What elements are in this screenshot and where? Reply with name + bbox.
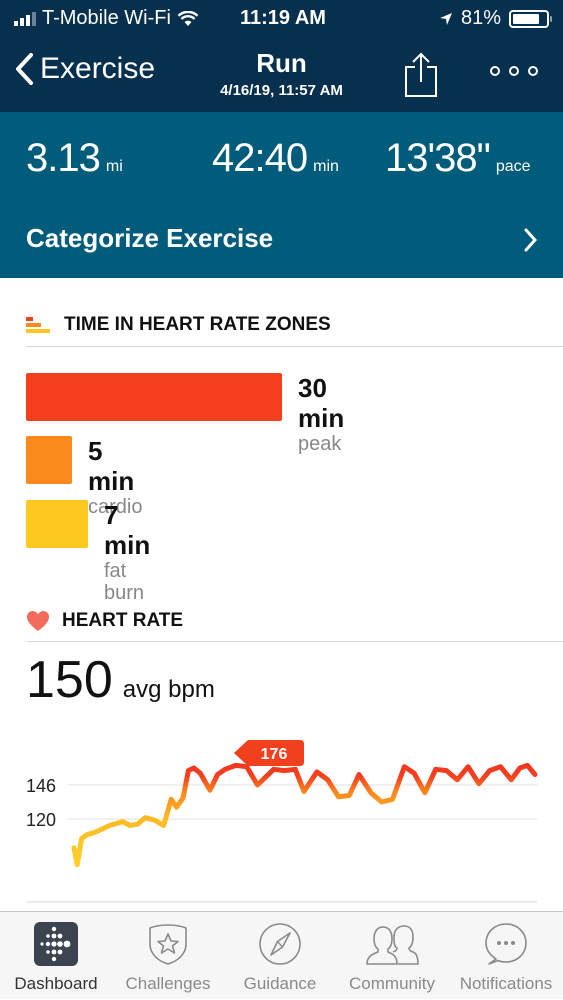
- share-icon: [404, 52, 438, 98]
- zones-section-header: TIME IN HEART RATE ZONES: [26, 314, 331, 336]
- tab-label: Community: [336, 974, 448, 994]
- zone-label: peak: [298, 433, 344, 455]
- tab-dashboard[interactable]: Dashboard: [0, 912, 112, 1000]
- zone-bar: [26, 500, 88, 548]
- tab-label: Guidance: [224, 974, 336, 994]
- compass-icon: [258, 922, 302, 966]
- zone-bar: [26, 436, 72, 484]
- tab-guidance[interactable]: Guidance: [224, 912, 336, 1000]
- zone-bar: [26, 373, 282, 421]
- distance-value: 3.13: [26, 136, 100, 181]
- heart-rate-section-header: HEART RATE: [26, 610, 183, 632]
- location-arrow-icon: [439, 12, 453, 26]
- nav-bar: Exercise Run 4/16/19, 11:57 AM: [0, 38, 563, 112]
- tab-label: Notifications: [450, 974, 562, 994]
- zones-divider: [26, 346, 563, 347]
- tab-bar: Dashboard Challenges Guidance Community …: [0, 911, 563, 999]
- zone-minutes: 5 min: [88, 436, 142, 496]
- categorize-exercise-button[interactable]: Categorize Exercise: [0, 208, 563, 268]
- more-dots-icon: [490, 66, 500, 76]
- avg-heart-rate: 150 avg bpm: [26, 650, 215, 710]
- chat-bubble-icon: [484, 922, 528, 966]
- battery-icon: [509, 10, 549, 28]
- pace-value: 13'38": [385, 136, 490, 181]
- y-tick-label: 146: [26, 776, 56, 796]
- heart-icon: [26, 610, 50, 632]
- heart-rate-chart[interactable]: 120 146 176: [0, 730, 563, 910]
- tab-label: Challenges: [112, 974, 224, 994]
- carrier-name: T-Mobile Wi-Fi: [42, 7, 171, 30]
- zone-label: fat burn: [104, 560, 150, 604]
- share-button[interactable]: [404, 52, 438, 103]
- carrier-info: T-Mobile Wi-Fi: [14, 7, 199, 30]
- pace-unit: pace: [496, 158, 531, 176]
- distance-unit: mi: [106, 158, 123, 176]
- peak-value-label: 176: [261, 746, 288, 763]
- y-tick-label: 120: [26, 810, 56, 830]
- zone-minutes: 7 min: [104, 500, 150, 560]
- exercise-datetime: 4/16/19, 11:57 AM: [0, 82, 563, 99]
- dashboard-icon: [34, 922, 78, 966]
- heart-rate-line: [74, 765, 535, 864]
- tab-community[interactable]: Community: [336, 912, 448, 1000]
- chevron-right-icon: [523, 228, 537, 252]
- avg-bpm-value: 150: [26, 650, 113, 710]
- tab-notifications[interactable]: Notifications: [450, 912, 562, 1000]
- zone-minutes: 30 min: [298, 373, 344, 433]
- heart-rate-divider: [26, 641, 563, 642]
- categorize-label: Categorize Exercise: [26, 223, 273, 254]
- wifi-icon: [177, 11, 199, 27]
- tab-challenges[interactable]: Challenges: [112, 912, 224, 1000]
- avg-bpm-label: avg bpm: [123, 676, 215, 704]
- duration-unit: min: [313, 158, 339, 176]
- zones-title: TIME IN HEART RATE ZONES: [64, 314, 331, 336]
- people-icon: [364, 922, 420, 966]
- status-bar: T-Mobile Wi-Fi 11:19 AM 81%: [0, 0, 563, 38]
- pace-stat: 13'38" pace: [385, 136, 531, 181]
- more-options-button[interactable]: [490, 66, 538, 76]
- page-title: Run: [0, 48, 563, 79]
- exercise-stats-panel: 3.13 mi 42:40 min 13'38" pace Categorize…: [0, 112, 563, 278]
- signal-strength-icon: [14, 12, 36, 26]
- tab-label: Dashboard: [0, 974, 112, 994]
- duration-value: 42:40: [212, 136, 307, 181]
- duration-stat: 42:40 min: [212, 136, 339, 181]
- peak-annotation: 176: [234, 740, 304, 766]
- distance-stat: 3.13 mi: [26, 136, 123, 181]
- heart-rate-title: HEART RATE: [62, 610, 183, 632]
- battery-percent: 81%: [461, 7, 501, 30]
- clock: 11:19 AM: [240, 7, 326, 30]
- challenges-star-badge-icon: [146, 922, 190, 966]
- zones-bars-icon: [26, 315, 52, 335]
